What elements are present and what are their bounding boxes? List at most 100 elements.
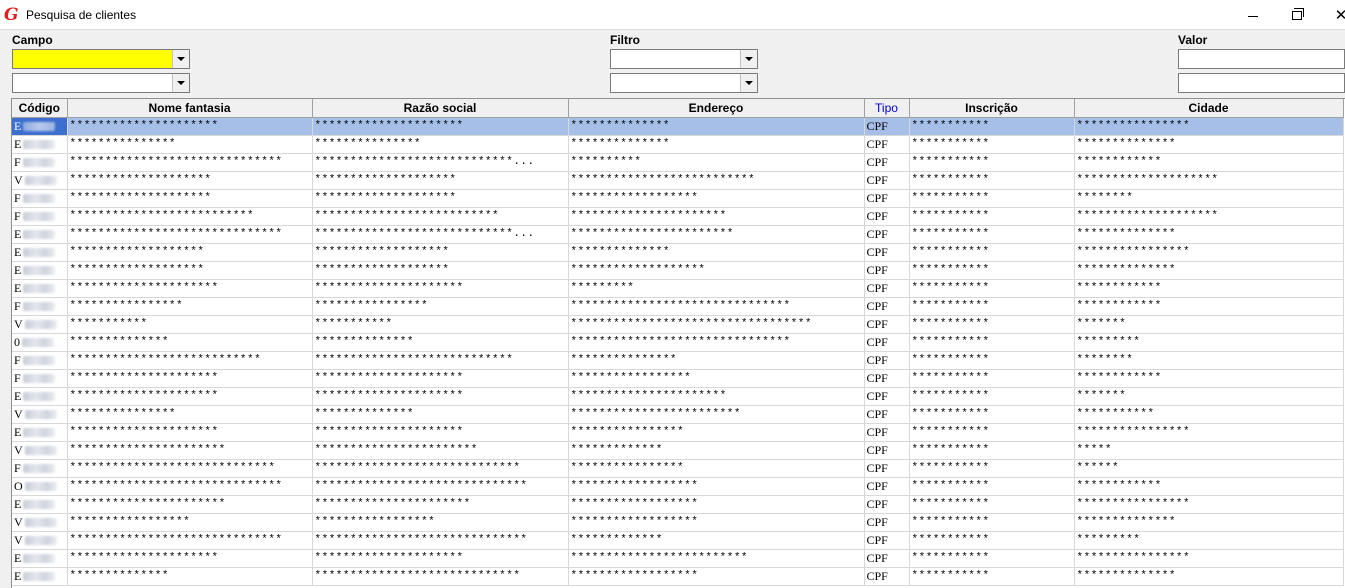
cell-razao-social[interactable]: ***************** xyxy=(312,513,569,532)
cell-endereco[interactable]: ******************* xyxy=(568,261,865,280)
table-row[interactable]: O ****************************** *********… xyxy=(12,477,1344,496)
cell-tipo[interactable]: CPF xyxy=(864,189,910,208)
column-header-codigo[interactable]: Código xyxy=(12,99,68,118)
cell-tipo[interactable]: CPF xyxy=(864,297,910,316)
valor-input-1[interactable] xyxy=(1179,50,1344,68)
table-row[interactable]: 0 ************** ************** ***********… xyxy=(12,333,1344,352)
valor-field-2[interactable] xyxy=(1178,73,1345,93)
campo-dropdown-1[interactable] xyxy=(172,50,189,68)
cell-endereco[interactable]: **************** xyxy=(568,423,865,442)
cell-cidade[interactable]: **************** xyxy=(1074,549,1344,568)
cell-codigo[interactable]: V xyxy=(12,531,68,550)
cell-codigo[interactable]: O xyxy=(12,477,68,496)
cell-inscricao[interactable]: *********** xyxy=(909,423,1075,442)
table-row[interactable]: E***************************************… xyxy=(12,117,1344,136)
cell-cidade[interactable]: *********** xyxy=(1074,405,1344,424)
cell-nome-fantasia[interactable]: ***************************** xyxy=(67,459,313,478)
cell-cidade[interactable]: ************** xyxy=(1074,135,1344,154)
cell-inscricao[interactable]: *********** xyxy=(909,567,1075,586)
cell-razao-social[interactable]: ********************* xyxy=(312,387,569,406)
table-row[interactable]: E***************************************… xyxy=(12,567,1344,586)
cell-nome-fantasia[interactable]: ****************************** xyxy=(67,153,313,172)
cell-endereco[interactable]: ********************** xyxy=(568,387,865,406)
cell-endereco[interactable]: ****************** xyxy=(568,567,865,586)
cell-nome-fantasia[interactable]: ******************* xyxy=(67,243,313,262)
filtro-input-2[interactable] xyxy=(611,74,740,92)
cell-endereco[interactable]: ********* xyxy=(568,279,865,298)
cell-razao-social[interactable]: **************** xyxy=(312,297,569,316)
cell-codigo[interactable]: E xyxy=(12,243,68,262)
cell-inscricao[interactable]: *********** xyxy=(909,387,1075,406)
cell-razao-social[interactable]: ***************************** xyxy=(312,459,569,478)
cell-tipo[interactable]: CPF xyxy=(864,171,910,190)
cell-cidade[interactable]: ************** xyxy=(1074,225,1344,244)
cell-nome-fantasia[interactable]: ************** xyxy=(67,567,313,586)
cell-codigo[interactable]: E xyxy=(12,135,68,154)
cell-nome-fantasia[interactable]: *************** xyxy=(67,135,313,154)
cell-codigo[interactable]: F xyxy=(12,153,68,172)
cell-razao-social[interactable]: ********************* xyxy=(312,549,569,568)
column-header-tipo[interactable]: Tipo xyxy=(864,99,910,118)
cell-razao-social[interactable]: ****************************... xyxy=(312,225,569,244)
cell-inscricao[interactable]: *********** xyxy=(909,135,1075,154)
cell-inscricao[interactable]: *********** xyxy=(909,495,1075,514)
column-header-inscricao[interactable]: Inscrição xyxy=(909,99,1075,118)
cell-cidade[interactable]: ************** xyxy=(1074,567,1344,586)
cell-inscricao[interactable]: *********** xyxy=(909,243,1075,262)
cell-cidade[interactable]: **************** xyxy=(1074,243,1344,262)
cell-codigo[interactable]: V xyxy=(12,315,68,334)
valor-field-1[interactable] xyxy=(1178,49,1345,69)
table-row[interactable]: V***************************************… xyxy=(12,171,1344,190)
cell-codigo[interactable]: V xyxy=(12,513,68,532)
cell-tipo[interactable]: CPF xyxy=(864,243,910,262)
cell-cidade[interactable]: ************** xyxy=(1074,261,1344,280)
close-button[interactable]: ✕ xyxy=(1318,0,1345,30)
cell-cidade[interactable]: ******** xyxy=(1074,351,1344,370)
cell-razao-social[interactable]: ***************************** xyxy=(312,567,569,586)
table-row[interactable]: F***************************************… xyxy=(12,207,1344,226)
campo-input-2[interactable] xyxy=(13,74,172,92)
cell-nome-fantasia[interactable]: ***************** xyxy=(67,513,313,532)
table-row[interactable]: E***************************************… xyxy=(12,423,1344,442)
table-row[interactable]: F***************************************… xyxy=(12,369,1344,388)
cell-endereco[interactable]: ************* xyxy=(568,441,865,460)
campo-input-1[interactable] xyxy=(13,50,172,68)
cell-nome-fantasia[interactable]: ********************* xyxy=(67,117,313,136)
cell-nome-fantasia[interactable]: ************** xyxy=(67,333,313,352)
column-header-nome-fantasia[interactable]: Nome fantasia xyxy=(67,99,313,118)
cell-razao-social[interactable]: *********** xyxy=(312,315,569,334)
table-row[interactable]: E***************************************… xyxy=(12,261,1344,280)
filtro-select-1[interactable] xyxy=(610,49,758,69)
cell-tipo[interactable]: CPF xyxy=(864,513,910,532)
cell-razao-social[interactable]: **************************** xyxy=(312,351,569,370)
table-row[interactable]: V***************************************… xyxy=(12,513,1344,532)
cell-endereco[interactable]: ************** xyxy=(568,243,865,262)
cell-inscricao[interactable]: *********** xyxy=(909,117,1075,136)
table-row[interactable]: F***************************************… xyxy=(12,459,1344,478)
cell-razao-social[interactable]: ****************************** xyxy=(312,477,569,496)
cell-codigo[interactable]: F xyxy=(12,297,68,316)
cell-codigo[interactable]: F xyxy=(12,369,68,388)
cell-codigo[interactable]: V xyxy=(12,405,68,424)
cell-tipo[interactable]: CPF xyxy=(864,531,910,550)
cell-tipo[interactable]: CPF xyxy=(864,495,910,514)
cell-endereco[interactable]: ******************************* xyxy=(568,333,865,352)
cell-inscricao[interactable]: *********** xyxy=(909,441,1075,460)
cell-endereco[interactable]: ******************************* xyxy=(568,297,865,316)
filtro-input-1[interactable] xyxy=(611,50,740,68)
cell-tipo[interactable]: CPF xyxy=(864,225,910,244)
cell-inscricao[interactable]: *********** xyxy=(909,333,1075,352)
cell-tipo[interactable]: CPF xyxy=(864,567,910,586)
cell-inscricao[interactable]: *********** xyxy=(909,459,1075,478)
cell-inscricao[interactable]: *********** xyxy=(909,279,1075,298)
cell-cidade[interactable]: ********* xyxy=(1074,531,1344,550)
cell-nome-fantasia[interactable]: ************************** xyxy=(67,207,313,226)
campo-dropdown-2[interactable] xyxy=(172,74,189,92)
cell-cidade[interactable]: ******* xyxy=(1074,315,1344,334)
cell-razao-social[interactable]: ********************* xyxy=(312,117,569,136)
cell-inscricao[interactable]: *********** xyxy=(909,153,1075,172)
filtro-select-2[interactable] xyxy=(610,73,758,93)
cell-codigo[interactable]: V xyxy=(12,171,68,190)
cell-nome-fantasia[interactable]: ********************* xyxy=(67,549,313,568)
cell-cidade[interactable]: ******* xyxy=(1074,387,1344,406)
